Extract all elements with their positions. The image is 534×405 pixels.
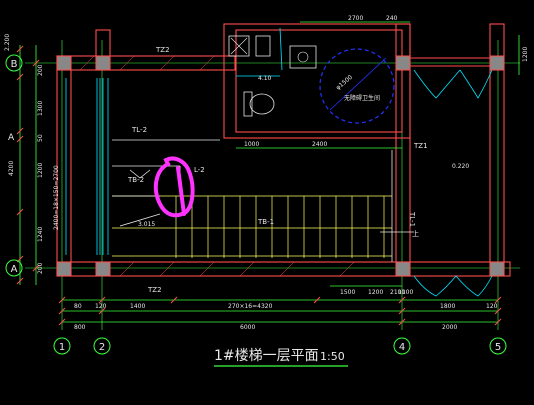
restroom-fixtures — [228, 27, 402, 287]
markup-annotation — [153, 156, 195, 218]
dim-left-top-small: 2.200 — [4, 34, 11, 51]
dim-left-total: 4200 — [8, 161, 15, 176]
axis-label-b: B — [11, 59, 18, 70]
dim-left-0: 200 — [37, 64, 44, 76]
label-up: 上 — [412, 229, 419, 238]
stair-floor-plan: B A 1 2 4 5 2.200 200 1300 50 1200 2400=… — [4, 15, 529, 367]
shower-icon — [255, 35, 271, 57]
dimension-text: 2.200 200 1300 50 1200 2400=18×150=2700 … — [4, 15, 529, 331]
label-level-mark: 3.015 — [138, 221, 155, 228]
dim-top-0: 2700 — [348, 15, 363, 22]
label-tl2-right: L-2 — [194, 166, 205, 174]
dim-bottom-8: 120 — [486, 303, 498, 310]
dim-left-3: 1200 — [37, 163, 44, 178]
dim-mid-2: 2000 — [442, 324, 457, 331]
dim-left-2: 50 — [37, 134, 44, 142]
dim-bottom-3: 270×16=4320 — [228, 303, 273, 310]
dim-bottom-4: 1500 — [340, 289, 355, 296]
dim-inner-3: 4.10 — [258, 75, 272, 82]
label-restroom: 无障碍卫生间 — [344, 94, 380, 102]
label-tz1: TZ1 — [413, 142, 428, 150]
label-tl2: TL-2 — [131, 126, 147, 134]
dim-inner-1: 2400 — [312, 141, 327, 148]
label-tb1: TB-1 — [257, 218, 274, 226]
dim-mid-1: 6000 — [240, 324, 255, 331]
dim-bottom-0: 80 — [74, 303, 82, 310]
tank-icon — [243, 91, 253, 117]
axis-label-5: 5 — [495, 342, 501, 353]
axis-label-a: A — [11, 264, 18, 275]
dim-mid-0: 800 — [74, 324, 86, 331]
toilet-icon — [249, 93, 275, 115]
dimension-lines — [19, 21, 520, 323]
dim-inner-0: 1000 — [244, 141, 259, 148]
walls — [56, 23, 511, 277]
dim-top-1: 240 — [386, 15, 398, 22]
label-right-level: 0.220 — [452, 163, 469, 170]
drawing-title: 1#楼梯一层平面 — [214, 348, 319, 364]
axis-label-2: 2 — [99, 342, 105, 353]
dim-bottom-5: 1200 — [368, 289, 383, 296]
label-tl1: TL-1 — [408, 211, 416, 227]
dim-left-5: 1240 — [37, 227, 44, 242]
dim-bottom-7: 1800 — [440, 303, 455, 310]
dim-left-6: 200 — [37, 262, 44, 274]
label-circle-dim: φ1500 — [335, 74, 354, 92]
grid-lines — [25, 40, 520, 330]
label-tz2-bottom: TZ2 — [147, 286, 162, 294]
turning-circle — [319, 48, 395, 124]
label-tb2: TB-2 — [127, 176, 144, 184]
dimension-ticks — [16, 45, 502, 326]
drawing-scale: 1:50 — [320, 350, 345, 363]
dim-right: 1200 — [522, 47, 529, 62]
left-overall-label: A — [8, 133, 15, 143]
washbasin-icon — [289, 45, 317, 69]
wall-hatch — [59, 55, 355, 277]
dim-inner-2: 1100 — [398, 289, 413, 296]
dim-bottom-1: 120 — [95, 303, 107, 310]
axis-label-1: 1 — [59, 342, 65, 353]
dim-left-4: 2400=18×150=2700 — [53, 165, 60, 230]
axis-label-4: 4 — [399, 342, 405, 353]
dim-bottom-2: 1400 — [130, 303, 145, 310]
dim-left-1: 1300 — [37, 101, 44, 116]
label-tz2-top: TZ2 — [155, 46, 170, 54]
